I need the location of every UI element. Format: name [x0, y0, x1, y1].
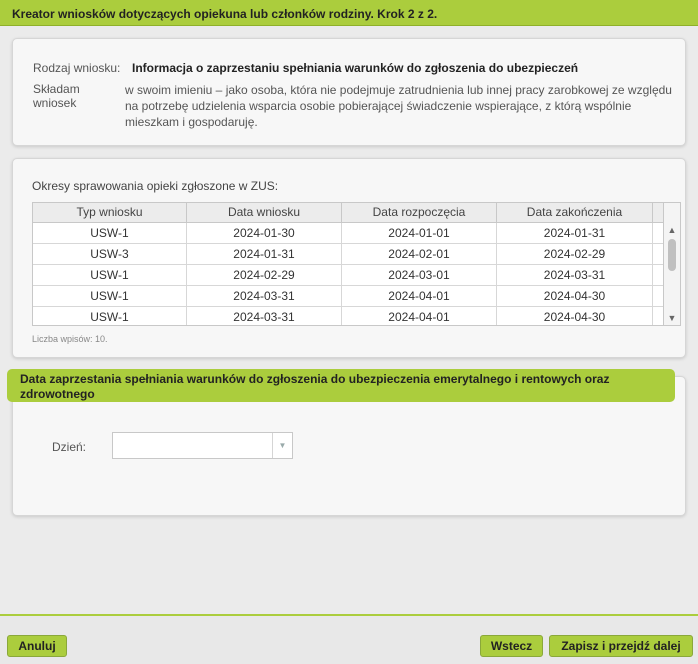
wizard-header: Kreator wniosków dotyczących opiekuna lu…: [0, 0, 698, 26]
record-count: Liczba wpisów: 10.: [32, 334, 108, 344]
table-scrollbar[interactable]: ▲ ▼: [663, 203, 680, 325]
request-type-row: Rodzaj wniosku: Informacja o zaprzestani…: [33, 61, 578, 75]
cell-start-date: 2024-04-01: [342, 286, 497, 306]
cell-start-date: 2024-04-01: [342, 307, 497, 325]
care-periods-table: Typ wniosku Data wniosku Data rozpoczęci…: [32, 202, 681, 326]
table-row[interactable]: USW-1 2024-03-31 2024-04-01 2024-04-30: [33, 286, 680, 307]
cancel-button[interactable]: Anuluj: [7, 635, 67, 657]
cessation-section-title: Data zaprzestania spełniania warunków do…: [7, 369, 675, 402]
save-and-continue-button[interactable]: Zapisz i przejdź dalej: [549, 635, 693, 657]
request-type-label: Rodzaj wniosku:: [33, 61, 121, 75]
cell-type: USW-1: [33, 307, 187, 325]
cell-request-date: 2024-03-31: [187, 307, 342, 325]
chevron-down-icon[interactable]: ▼: [272, 433, 292, 458]
cell-end-date: 2024-04-30: [497, 307, 653, 325]
cell-type: USW-1: [33, 223, 187, 243]
cell-type: USW-1: [33, 286, 187, 306]
cell-end-date: 2024-01-31: [497, 223, 653, 243]
cell-type: USW-3: [33, 244, 187, 264]
column-header-end-date[interactable]: Data zakończenia: [497, 203, 653, 222]
care-periods-panel: Okresy sprawowania opieki zgłoszone w ZU…: [12, 158, 686, 358]
request-info-panel: Rodzaj wniosku: Informacja o zaprzestani…: [12, 38, 686, 146]
table-row[interactable]: USW-1 2024-01-30 2024-01-01 2024-01-31: [33, 223, 680, 244]
table-row[interactable]: USW-3 2024-01-31 2024-02-01 2024-02-29: [33, 244, 680, 265]
column-header-start-date[interactable]: Data rozpoczęcia: [342, 203, 497, 222]
cell-request-date: 2024-02-29: [187, 265, 342, 285]
footer-bar: Anuluj Wstecz Zapisz i przejdź dalej: [0, 616, 698, 664]
table-row[interactable]: USW-1 2024-03-31 2024-04-01 2024-04-30: [33, 307, 680, 325]
wizard-title: Kreator wniosków dotyczących opiekuna lu…: [12, 7, 438, 21]
cell-start-date: 2024-02-01: [342, 244, 497, 264]
chevron-up-icon[interactable]: ▲: [664, 223, 680, 237]
scrollbar-thumb[interactable]: [668, 239, 676, 271]
table-row[interactable]: USW-1 2024-02-29 2024-03-01 2024-03-31: [33, 265, 680, 286]
cell-end-date: 2024-03-31: [497, 265, 653, 285]
chevron-down-icon[interactable]: ▼: [664, 311, 680, 325]
main-area: Rodzaj wniosku: Informacja o zaprzestani…: [0, 26, 698, 614]
cell-end-date: 2024-04-30: [497, 286, 653, 306]
submit-label: Składam wniosek: [33, 82, 80, 110]
column-header-request-date[interactable]: Data wniosku: [187, 203, 342, 222]
cell-type: USW-1: [33, 265, 187, 285]
submit-row: Składam wniosek w swoim imieniu – jako o…: [33, 82, 673, 130]
request-type-value: Informacja o zaprzestaniu spełniania war…: [132, 61, 579, 75]
cell-request-date: 2024-01-30: [187, 223, 342, 243]
day-label: Dzień:: [52, 440, 87, 454]
cell-request-date: 2024-03-31: [187, 286, 342, 306]
care-periods-caption: Okresy sprawowania opieki zgłoszone w ZU…: [32, 179, 279, 193]
cell-end-date: 2024-02-29: [497, 244, 653, 264]
cell-request-date: 2024-01-31: [187, 244, 342, 264]
back-button[interactable]: Wstecz: [480, 635, 543, 657]
table-header: Typ wniosku Data wniosku Data rozpoczęci…: [33, 203, 680, 223]
declaration-text: w swoim imieniu – jako osoba, która nie …: [125, 83, 672, 129]
cell-start-date: 2024-01-01: [342, 223, 497, 243]
cell-start-date: 2024-03-01: [342, 265, 497, 285]
column-header-type[interactable]: Typ wniosku: [33, 203, 187, 222]
day-select[interactable]: ▼: [112, 432, 293, 459]
